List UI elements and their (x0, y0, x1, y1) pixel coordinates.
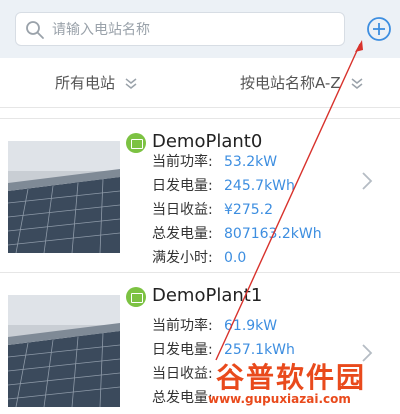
chevron-down-icon (351, 77, 363, 89)
filter-bar: 所有电站 按电站名称A-Z (0, 58, 400, 108)
stat-value: 807163.2kWh (224, 226, 322, 242)
chevron-right-icon (362, 344, 373, 362)
stat-row: 日发电量: 245.7kWh (152, 175, 295, 195)
stat-label: 当日收益: (152, 366, 213, 382)
stat-row: 当日收益: ¥275.2 (152, 199, 273, 219)
stat-label: 当日收益: (152, 202, 213, 218)
station-name: DemoPlant1 (152, 285, 263, 306)
stat-value: 245.7kWh (224, 178, 295, 194)
chevron-down-icon (125, 77, 137, 89)
search-icon (26, 21, 44, 39)
stat-row: 总发电量: (152, 387, 224, 407)
stat-label: 总发电量: (152, 390, 213, 406)
stat-label: 日发电量: (152, 342, 213, 358)
stat-row: 满发小时: 0.0 (152, 247, 246, 267)
stat-value: 257.1kWh (224, 342, 295, 358)
station-card[interactable]: DemoPlant0 当前功率: 53.2kW 日发电量: 245.7kWh 当日收… (0, 119, 400, 279)
stat-row: 日发电量: 257.1kWh (152, 339, 295, 359)
station-name: DemoPlant0 (152, 131, 263, 152)
stat-label: 总发电量: (152, 226, 213, 242)
station-photo (8, 141, 120, 253)
station-photo (8, 295, 120, 407)
stat-value: 61.9kW (224, 318, 278, 334)
filter-all-stations-label: 所有电站 (55, 74, 116, 92)
search-box[interactable] (15, 12, 345, 46)
filter-all-stations[interactable]: 所有电站 (55, 72, 139, 93)
stat-label: 日发电量: (152, 178, 213, 194)
stat-label: 当前功率: (152, 154, 213, 170)
station-card[interactable]: DemoPlant1 当前功率: 61.9kW 日发电量: 257.1kWh 当日收… (0, 273, 400, 414)
stat-row: 当日收益: (152, 363, 224, 383)
filter-sort-label: 按电站名称A-Z (240, 74, 341, 92)
stat-label: 当前功率: (152, 318, 213, 334)
filter-sort[interactable]: 按电站名称A-Z (240, 72, 365, 93)
top-bar (0, 0, 400, 58)
stat-value: 53.2kW (224, 154, 278, 170)
stat-label: 满发小时: (152, 250, 213, 266)
stat-row: 当前功率: 61.9kW (152, 315, 277, 335)
station-icon (126, 133, 146, 153)
stat-row: 当前功率: 53.2kW (152, 151, 277, 171)
station-icon (126, 287, 146, 307)
plus-circle-icon[interactable] (364, 14, 394, 44)
stat-row: 总发电量: 807163.2kWh (152, 223, 322, 243)
search-input[interactable] (52, 17, 332, 43)
stat-value: 0.0 (224, 250, 247, 266)
chevron-right-icon (362, 172, 373, 190)
stat-value: ¥275.2 (224, 202, 273, 218)
